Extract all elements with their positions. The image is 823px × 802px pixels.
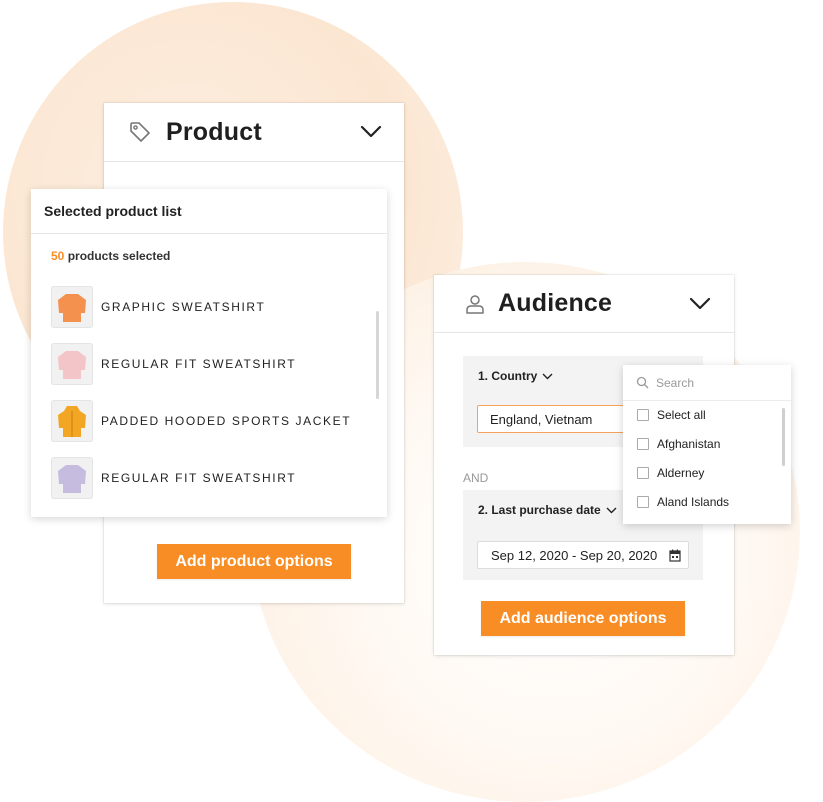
popup-title: Selected product list	[31, 189, 387, 234]
product-name: REGULAR FIT SWEATSHIRT	[101, 471, 297, 485]
selected-count-suffix: products selected	[64, 249, 171, 263]
country-filter-label[interactable]: 1. Country	[478, 369, 553, 383]
person-icon	[464, 293, 486, 315]
product-thumbnail	[51, 400, 93, 442]
option-label: Select all	[657, 408, 706, 422]
checkbox[interactable]	[637, 467, 649, 479]
product-name: PADDED HOODED SPORTS JACKET	[101, 414, 352, 428]
audience-card-title: Audience	[498, 289, 613, 317]
country-input[interactable]: England, Vietnam	[477, 405, 627, 433]
search-icon	[636, 376, 649, 389]
product-thumbnail	[51, 457, 93, 499]
chevron-down-icon	[542, 373, 553, 379]
product-thumbnail	[51, 286, 93, 328]
product-thumbnail	[51, 343, 93, 385]
checkbox[interactable]	[637, 496, 649, 508]
dropdown-option-alderney[interactable]: Alderney	[637, 466, 704, 480]
selected-product-list-popup: Selected product list 50 products select…	[31, 189, 387, 517]
product-list-item[interactable]: PADDED HOODED SPORTS JACKET	[51, 400, 351, 442]
option-label: Aland Islands	[657, 495, 730, 509]
chevron-down-icon[interactable]	[360, 125, 382, 144]
product-list-scrollbar[interactable]	[376, 311, 379, 399]
product-list-item[interactable]: REGULAR FIT SWEATSHIRT	[51, 343, 296, 385]
checkbox[interactable]	[637, 409, 649, 421]
option-label: Alderney	[657, 466, 705, 480]
dropdown-option-afghanistan[interactable]: Afghanistan	[637, 437, 720, 451]
selected-count-number: 50	[51, 249, 65, 263]
add-audience-options-button[interactable]: Add audience options	[481, 601, 685, 636]
and-operator-label: AND	[463, 471, 489, 485]
product-card-header[interactable]: Product	[104, 103, 404, 162]
product-list-item[interactable]: GRAPHIC SWEATSHIRT	[51, 286, 265, 328]
product-list-item[interactable]: REGULAR FIT SWEATSHIRT	[51, 457, 296, 499]
option-label: Afghanistan	[657, 437, 721, 451]
product-name: REGULAR FIT SWEATSHIRT	[101, 357, 297, 371]
purchase-date-filter-label[interactable]: 2. Last purchase date	[478, 503, 617, 517]
dropdown-scrollbar[interactable]	[782, 408, 785, 466]
country-dropdown: Search Select all Afghanistan Alderney A…	[623, 365, 791, 524]
purchase-date-label-text: 2. Last purchase date	[478, 503, 601, 517]
chevron-down-icon	[606, 507, 617, 513]
checkbox[interactable]	[637, 438, 649, 450]
dropdown-option-select-all[interactable]: Select all	[637, 408, 706, 422]
dropdown-search-field[interactable]: Search	[623, 365, 791, 401]
add-product-options-button[interactable]: Add product options	[157, 544, 351, 579]
tag-icon	[128, 120, 152, 144]
calendar-icon[interactable]	[669, 549, 681, 565]
dropdown-option-aland-islands[interactable]: Aland Islands	[637, 495, 729, 509]
product-card-title: Product	[166, 117, 262, 146]
product-name: GRAPHIC SWEATSHIRT	[101, 300, 266, 314]
search-placeholder: Search	[656, 375, 695, 390]
chevron-down-icon[interactable]	[689, 297, 711, 316]
date-range-input[interactable]: Sep 12, 2020 - Sep 20, 2020	[477, 541, 689, 569]
products-selected-count: 50 products selected	[51, 249, 170, 263]
country-label-text: 1. Country	[478, 369, 538, 383]
date-range-value: Sep 12, 2020 - Sep 20, 2020	[491, 547, 658, 563]
